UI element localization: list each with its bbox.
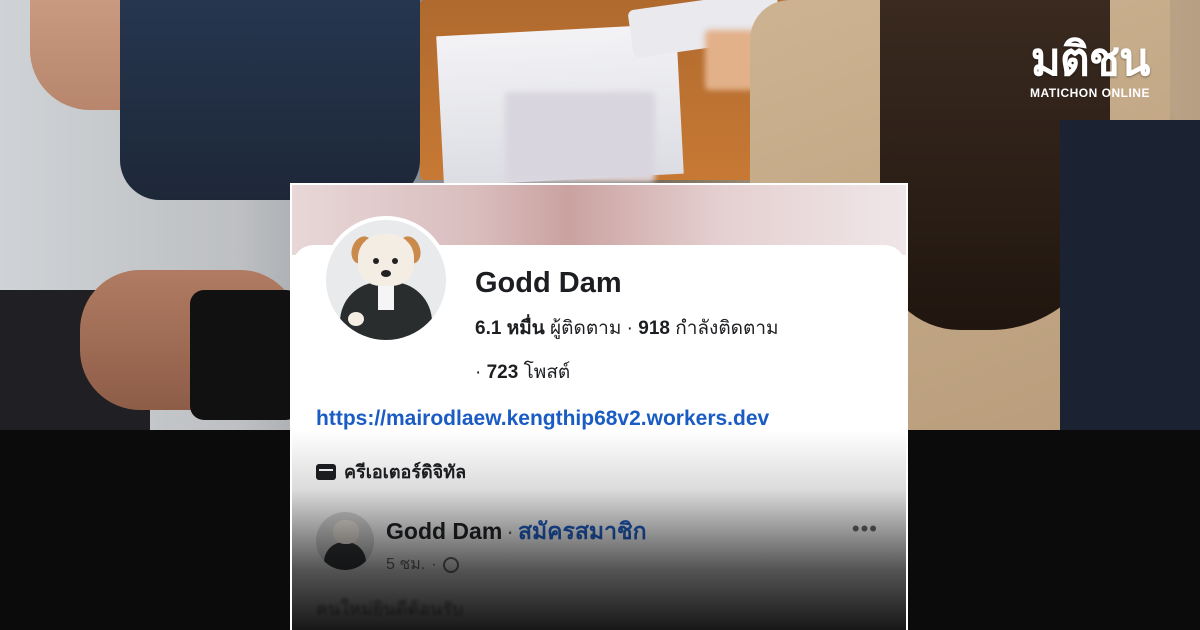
meta-dot: · bbox=[431, 555, 437, 573]
facebook-profile-card: Godd Dam 6.1 หมื่น ผู้ติดตาม · 918 กำลัง… bbox=[292, 185, 906, 630]
following-count[interactable]: 918 bbox=[638, 318, 670, 339]
post-time[interactable]: 5 ชม. bbox=[386, 552, 425, 577]
logo-subtitle: MATICHON ONLINE bbox=[1030, 86, 1150, 100]
logo-mark: มติชน bbox=[1030, 32, 1151, 86]
photo-jacket bbox=[1060, 120, 1200, 440]
post-author-name[interactable]: Godd Dam bbox=[386, 518, 502, 544]
category-label: ครีเอเตอร์ดิจิทัล bbox=[344, 462, 467, 482]
profile-category: ครีเอเตอร์ดิจิทัล bbox=[316, 457, 466, 486]
followers-label[interactable]: ผู้ติดตาม bbox=[550, 318, 621, 339]
clapperboard-icon bbox=[316, 463, 336, 480]
photo-officer-shirt bbox=[120, 0, 420, 200]
post-preview: Godd Dam · สมัครสมาชิก 5 ชม. · ••• คนใหม่ย… bbox=[316, 510, 896, 630]
stats-separator: · bbox=[626, 318, 639, 339]
stats-separator: · bbox=[475, 362, 487, 383]
photo-phone bbox=[190, 290, 300, 420]
posts-count: 723 bbox=[486, 362, 519, 383]
matichon-logo: มติชน MATICHON ONLINE bbox=[1020, 34, 1160, 100]
post-header: Godd Dam · สมัครสมาชิก bbox=[386, 514, 647, 550]
dog-in-suit-icon bbox=[326, 220, 446, 340]
followers-count[interactable]: 6.1 หมื่น bbox=[475, 318, 545, 339]
profile-stats-posts: · 723 โพสต์ bbox=[475, 357, 570, 387]
profile-avatar[interactable] bbox=[322, 216, 450, 344]
profile-website-link[interactable]: https://mairodlaew.kengthip68v2.workers.… bbox=[316, 407, 769, 431]
posts-label: โพสต์ bbox=[523, 362, 571, 383]
subscribe-link[interactable]: สมัครสมาชิก bbox=[518, 518, 647, 544]
post-meta: 5 ชม. · bbox=[386, 552, 459, 577]
globe-icon bbox=[442, 556, 459, 573]
more-options-icon[interactable]: ••• bbox=[852, 516, 878, 542]
post-author-avatar[interactable] bbox=[316, 512, 374, 570]
photo-blurred-document bbox=[505, 92, 655, 182]
post-text: คนใหม่ยินดีต้อนรับ bbox=[316, 599, 464, 619]
profile-name: Godd Dam bbox=[475, 267, 622, 299]
post-dot-separator: · bbox=[506, 518, 514, 544]
following-label[interactable]: กำลังติดตาม bbox=[675, 318, 778, 339]
profile-stats: 6.1 หมื่น ผู้ติดตาม · 918 กำลังติดตาม bbox=[475, 313, 779, 343]
